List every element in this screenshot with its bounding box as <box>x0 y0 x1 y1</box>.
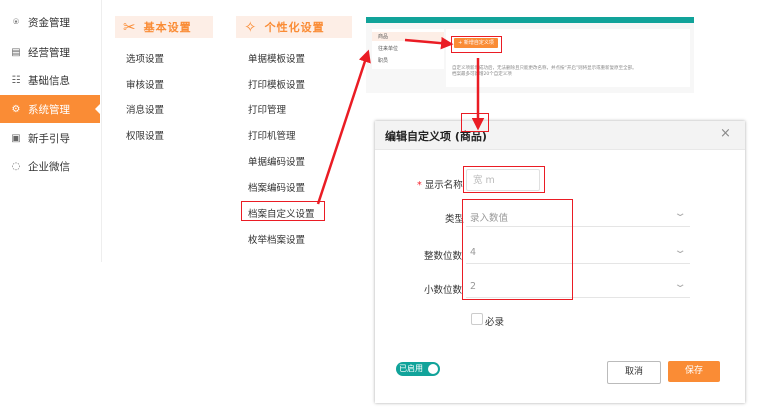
annotation-arrows <box>316 36 485 205</box>
arrow-to-thumbnail <box>316 49 371 205</box>
arrow-to-add-button <box>404 36 454 50</box>
